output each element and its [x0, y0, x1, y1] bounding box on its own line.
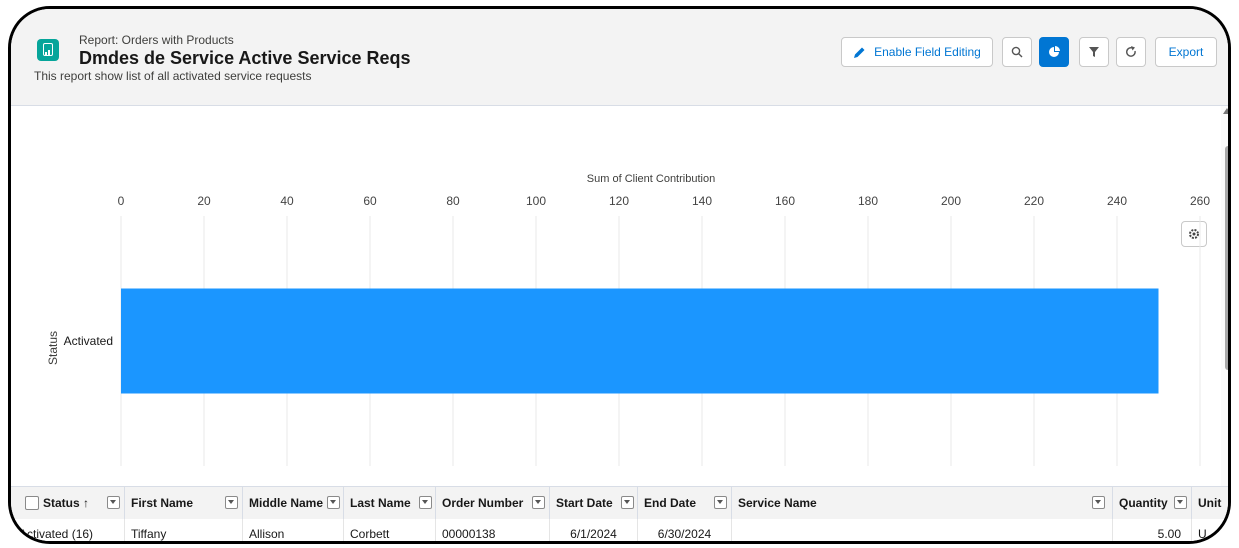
x-tick-label: 80	[446, 194, 460, 208]
report-type-label: Report: Orders with Products	[79, 33, 234, 47]
column-label: Status ↑	[43, 496, 90, 510]
refresh-icon	[1126, 46, 1136, 57]
report-window: Report: Orders with Products Dmdes de Se…	[8, 6, 1231, 544]
table-header: Status ↑ First Name Middle Name Last Nam…	[11, 486, 1228, 520]
chevron-down-icon[interactable]	[621, 496, 634, 509]
column-header-first-name[interactable]: First Name	[125, 487, 243, 519]
column-label: End Date	[644, 496, 697, 510]
scrollbar-thumb[interactable]	[1225, 146, 1228, 370]
column-label: Unit	[1198, 496, 1222, 510]
x-tick-label: 100	[526, 194, 546, 208]
column-header-status[interactable]: Status ↑	[39, 487, 125, 519]
cell-status: Activated (16)	[11, 519, 125, 541]
report-icon	[37, 39, 59, 61]
column-header-end-date[interactable]: End Date	[638, 487, 732, 519]
column-header-start-date[interactable]: Start Date	[550, 487, 638, 519]
y-axis-label: Status	[46, 331, 60, 365]
x-tick-label: 200	[941, 194, 961, 208]
column-label: Order Number	[442, 496, 524, 510]
column-label: Quantity	[1119, 496, 1168, 510]
chevron-down-icon[interactable]	[327, 496, 340, 509]
chart-icon	[1049, 46, 1060, 57]
x-tick-label: 160	[775, 194, 795, 208]
x-tick-label: 120	[609, 194, 629, 208]
column-header-service-name[interactable]: Service Name	[732, 487, 1113, 519]
chevron-down-icon[interactable]	[1174, 496, 1187, 509]
chevron-down-icon[interactable]	[419, 496, 432, 509]
x-tick-label: 140	[692, 194, 712, 208]
page-title: Dmdes de Service Active Service Reqs	[79, 48, 411, 68]
search-icon	[1011, 46, 1023, 58]
enable-field-editing-button[interactable]: Enable Field Editing	[841, 37, 993, 67]
bar-activated[interactable]	[121, 288, 1159, 394]
filter-icon	[1089, 47, 1099, 57]
column-header-middle-name[interactable]: Middle Name	[243, 487, 344, 519]
refresh-button[interactable]	[1116, 37, 1146, 67]
x-tick-label: 0	[118, 194, 125, 208]
x-tick-label: 60	[363, 194, 377, 208]
cell-end-date: 6/30/2024	[638, 519, 732, 541]
cell-middle-name: Allison	[243, 519, 344, 541]
cell-last-name: Corbett	[344, 519, 436, 541]
pencil-icon	[854, 47, 865, 58]
x-tick-label: 180	[858, 194, 878, 208]
cell-order-number: 00000138	[436, 519, 550, 541]
cell-service-name	[732, 519, 1113, 541]
x-tick-label: 260	[1190, 194, 1210, 208]
report-header: Report: Orders with Products Dmdes de Se…	[11, 9, 1228, 106]
column-label: Last Name	[350, 496, 411, 510]
cell-unit: U	[1198, 527, 1207, 541]
scroll-up-icon[interactable]	[1223, 108, 1228, 114]
column-label: Start Date	[556, 496, 613, 510]
column-header-quantity[interactable]: Quantity	[1113, 487, 1192, 519]
category-label: Activated	[64, 334, 113, 348]
column-header-order-number[interactable]: Order Number	[436, 487, 550, 519]
search-button[interactable]	[1002, 37, 1032, 67]
chevron-down-icon[interactable]	[1092, 496, 1105, 509]
table-row[interactable]: Activated (16) Tiffany Allison Corbett 0…	[11, 519, 1228, 541]
enable-field-editing-label: Enable Field Editing	[874, 45, 981, 59]
x-tick-label: 220	[1024, 194, 1044, 208]
cell-quantity: 5.00	[1113, 519, 1192, 541]
export-button[interactable]: Export	[1155, 37, 1217, 67]
cell-start-date: 6/1/2024	[550, 519, 638, 541]
column-label: First Name	[131, 496, 194, 510]
select-all-checkbox[interactable]	[25, 496, 39, 510]
column-header-last-name[interactable]: Last Name	[344, 487, 436, 519]
x-tick-label: 40	[280, 194, 294, 208]
report-description: This report show list of all activated s…	[34, 69, 312, 83]
bar-chart: Sum of Client Contribution Status 0 20 40 6…	[46, 173, 1210, 466]
column-header-unit[interactable]: Unit	[1192, 487, 1228, 519]
column-label: Service Name	[738, 496, 817, 510]
x-tick-label: 20	[197, 194, 211, 208]
cell-first-name: Tiffany	[125, 519, 243, 541]
column-label: Middle Name	[249, 496, 324, 510]
chevron-down-icon[interactable]	[532, 496, 545, 509]
chevron-down-icon[interactable]	[225, 496, 238, 509]
chart-panel: Sum of Client Contribution Status 0 20 40 6…	[11, 106, 1217, 486]
chart-title: Sum of Client Contribution	[587, 173, 715, 185]
x-tick-label: 240	[1107, 194, 1127, 208]
chevron-down-icon[interactable]	[714, 496, 727, 509]
filter-button[interactable]	[1079, 37, 1109, 67]
export-label: Export	[1168, 45, 1204, 59]
chevron-down-icon[interactable]	[107, 496, 120, 509]
toggle-chart-button[interactable]	[1039, 37, 1069, 67]
